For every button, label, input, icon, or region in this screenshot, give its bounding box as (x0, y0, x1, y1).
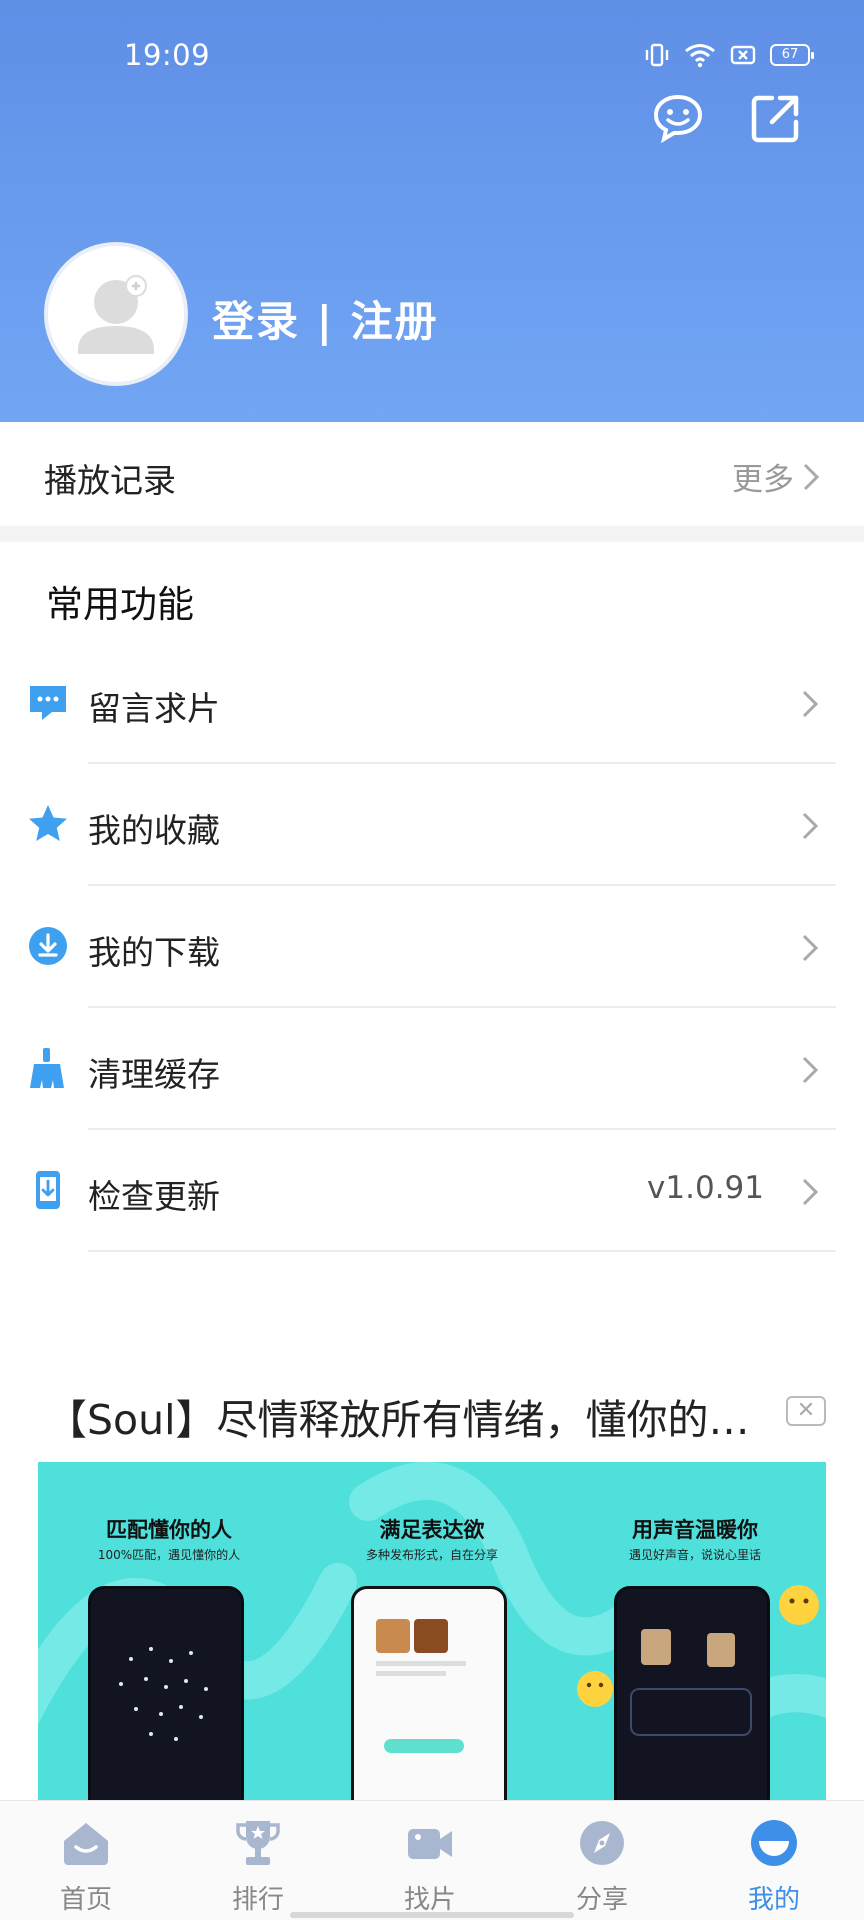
nav-tab-home[interactable]: 首页 (0, 1801, 172, 1920)
nav-label: 分享 (575, 1885, 628, 1915)
ad-panel: 用声音温暖你 遇见好声音，说说心里话 (564, 1462, 826, 1802)
ad-panel: 匹配懂你的人 100%匹配，遇见懂你的人 (38, 1462, 300, 1802)
nav-tab-share[interactable]: 分享 (516, 1801, 688, 1920)
voice-chat-graphic (630, 1629, 752, 1736)
function-item-request[interactable]: 留言求片 (0, 642, 864, 764)
common-functions-title: 常用功能 (46, 583, 194, 626)
function-item-favorites[interactable]: 我的收藏 (0, 764, 864, 886)
chevron-right-icon (802, 690, 819, 718)
nav-label: 排行 (231, 1885, 284, 1915)
home-icon (64, 1823, 108, 1865)
nav-label: 首页 (59, 1885, 112, 1915)
no-sim-icon (730, 45, 756, 65)
ad-panel-subtitle: 100%匹配，遇见懂你的人 (97, 1548, 241, 1562)
update-icon (36, 1171, 60, 1209)
feed-graphic (376, 1619, 466, 1753)
phone-mockup (88, 1586, 244, 1802)
function-item-clear-cache[interactable]: 清理缓存 (0, 1008, 864, 1130)
ad-close-button[interactable]: ✕ (786, 1396, 826, 1426)
ad-title[interactable]: 【Soul】尽情释放所有情绪，懂你的… (46, 1386, 786, 1446)
shush-emoji-icon (577, 1671, 613, 1707)
video-camera-icon (408, 1829, 452, 1859)
more-button[interactable]: 更多 (732, 454, 820, 499)
wifi-icon (685, 44, 715, 68)
function-item-check-update[interactable]: 检查更新 v1.0.91 (0, 1130, 864, 1252)
status-icons: 67 (644, 40, 814, 70)
nav-tab-mine[interactable]: 我的 (688, 1801, 860, 1920)
phone-mockup (614, 1586, 770, 1802)
ad-panel-heading: 用声音温暖你 (632, 1518, 758, 1542)
function-label: 清理缓存 (88, 1055, 220, 1094)
ad-panel-heading: 匹配懂你的人 (106, 1518, 232, 1542)
trophy-icon (236, 1821, 280, 1865)
divider (88, 1250, 836, 1252)
function-label: 留言求片 (88, 689, 220, 728)
ad-panel-subtitle: 遇见好声音，说说心里话 (628, 1548, 761, 1562)
ad-panel-subtitle: 多种发布形式，自在分享 (365, 1548, 498, 1562)
battery-indicator: 67 (770, 44, 814, 66)
play-history-row[interactable]: 播放记录 更多 (0, 422, 864, 526)
compass-icon (580, 1821, 624, 1865)
profile-header: 19:09 67 登录 | 注册 (0, 0, 864, 422)
function-label: 我的下载 (88, 933, 220, 972)
nav-tab-ranking[interactable]: 排行 (172, 1801, 344, 1920)
star-icon (29, 805, 67, 841)
chevron-right-icon (802, 1056, 819, 1084)
function-label: 我的收藏 (88, 811, 220, 850)
status-time: 19:09 (124, 38, 211, 72)
vibrate-icon (645, 43, 669, 67)
share-external-icon[interactable] (750, 92, 802, 144)
nav-tab-find[interactable]: 找片 (344, 1801, 516, 1920)
nav-label: 我的 (747, 1885, 800, 1915)
star-map-graphic (119, 1647, 208, 1741)
login-register-link[interactable]: 登录 | 注册 (212, 288, 439, 349)
message-icon (30, 686, 66, 720)
chevron-right-icon (803, 463, 820, 490)
play-history-title: 播放记录 (44, 461, 176, 500)
avatar[interactable] (44, 242, 188, 386)
ad-banner[interactable]: 匹配懂你的人 100%匹配，遇见懂你的人 满足表达欲 多种发布形式，自在分享 用… (38, 1462, 826, 1802)
ad-panel: 满足表达欲 多种发布形式，自在分享 (301, 1462, 563, 1802)
section-divider (0, 526, 864, 542)
more-label: 更多 (732, 462, 794, 498)
home-indicator[interactable] (290, 1912, 574, 1918)
nav-label: 找片 (403, 1885, 456, 1915)
ad-panel-heading: 满足表达欲 (379, 1518, 485, 1542)
phone-mockup (351, 1586, 507, 1802)
default-avatar-icon (78, 275, 154, 354)
function-list: 留言求片 我的收藏 我的下载 清理缓存 检查更新 v1.0.91 (0, 642, 864, 1252)
chevron-right-icon (802, 934, 819, 962)
profile-icon (751, 1820, 797, 1866)
broom-icon (30, 1048, 64, 1088)
chevron-right-icon (802, 1178, 819, 1206)
version-value: v1.0.91 (647, 1170, 764, 1206)
status-bar: 19:09 67 (0, 30, 864, 78)
header-actions (652, 92, 802, 144)
download-icon (29, 927, 67, 965)
chevron-right-icon (802, 812, 819, 840)
message-bubble-icon[interactable] (652, 92, 704, 144)
thinking-emoji-icon (779, 1585, 819, 1625)
function-label: 检查更新 (88, 1177, 220, 1216)
bottom-navigation: 首页 排行 找片 分享 我的 (0, 1800, 864, 1920)
function-item-downloads[interactable]: 我的下载 (0, 886, 864, 1008)
